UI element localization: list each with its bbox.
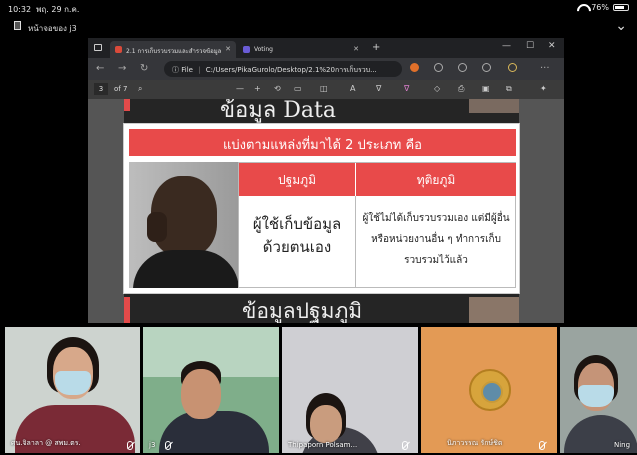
battery-icon [613, 4, 629, 11]
slide-content: แบ่งตามแหล่งที่มาได้ 2 ประเภท คือ ปฐมภูม… [123, 123, 520, 294]
reload-icon[interactable]: ↻ [140, 63, 148, 74]
slide-bottom-heading: ข้อมูลปฐมภูมิ [242, 299, 363, 323]
tab-pdf[interactable]: 2.1 การเก็บรวบรวมและสำรวจข้อมูล ✕ [110, 41, 236, 58]
tab-voting[interactable]: Voting ✕ [238, 41, 364, 58]
meeting-title: หน้าจอของ j3 [28, 24, 77, 33]
participant-name: Thipaporn Polsam... [288, 441, 358, 449]
mic-muted-icon [539, 441, 545, 450]
slide-thumbnail-image [469, 297, 519, 323]
chevron-down-icon[interactable]: ⌄ [615, 18, 627, 34]
close-tab-icon[interactable]: ✕ [225, 45, 231, 53]
pdf-viewport[interactable]: ข้อมูล Data ข้อมูลปฐมภูมิ แบ่งตามแหล่งที… [88, 99, 564, 323]
participant-tile[interactable]: Ning [560, 327, 637, 453]
participant-tile[interactable]: Thipaporn Polsam... [282, 327, 418, 453]
search-icon[interactable]: ⌕ [138, 84, 142, 94]
collections-icon[interactable] [482, 63, 491, 72]
new-tab-icon[interactable]: + [372, 42, 380, 53]
participant-tile[interactable]: j3 [143, 327, 279, 453]
url-text: C:/Users/PikaGurolo/Desktop/2.1%20การเก็… [205, 66, 377, 74]
slide-banner: แบ่งตามแหล่งที่มาได้ 2 ประเภท คือ [129, 129, 516, 156]
participant-tile[interactable]: นิภาวรรณ รักษ์ชิต [421, 327, 557, 453]
more-menu-icon[interactable]: ··· [540, 63, 550, 74]
table-header-primary: ปฐมภูมิ [239, 163, 356, 196]
erase-icon[interactable]: ◇ [434, 84, 440, 93]
wifi-icon [577, 4, 587, 12]
table-header-secondary: ทุติยภูมิ [356, 163, 516, 196]
slide-thumbnail-image [469, 99, 519, 113]
slide-accent [124, 99, 130, 111]
table-cell-secondary: ผู้ใช้ไม่ได้เก็บรวบรวมเอง แต่มีผู้อื่นหร… [362, 213, 510, 266]
table-cell-primary: ผู้ใช้เก็บข้อมูล ด้วยตนเอง [239, 196, 356, 288]
mic-muted-icon [165, 441, 171, 450]
url-field[interactable]: ⓘ File | C:/Users/PikaGurolo/Desktop/2.1… [164, 61, 402, 77]
minimize-icon[interactable]: — [502, 41, 511, 51]
forward-icon[interactable]: → [118, 63, 126, 74]
zoom-out-icon[interactable]: — [236, 84, 244, 93]
read-aloud-icon[interactable]: A [350, 84, 355, 93]
back-icon[interactable]: ← [96, 63, 104, 74]
voting-favicon-icon [243, 46, 250, 53]
fit-page-icon[interactable]: ▭ [294, 84, 302, 93]
thinking-man-image [129, 162, 239, 288]
tab-label: Voting [254, 46, 273, 53]
participant-name: j3 [149, 441, 156, 449]
screen-share-icon [14, 21, 21, 30]
highlight-icon[interactable]: ∇ [404, 84, 409, 93]
mic-muted-icon [127, 441, 133, 450]
data-type-table: ปฐมภูมิ ทุติยภูมิ ผู้ใช้เก็บข้อมูล ด้วยต… [238, 162, 516, 288]
meeting-header: หน้าจอของ j3 ⌄ [0, 16, 637, 38]
participant-name: นิภาวรรณ รักษ์ชิต [447, 439, 503, 447]
page-total: of 7 [114, 85, 128, 93]
maximize-icon[interactable]: ☐ [526, 41, 534, 51]
status-bar: 10:32 พฤ. 29 ก.ค. 76% [0, 0, 637, 16]
page-number-input[interactable]: 3 [94, 83, 108, 95]
battery-fill [615, 6, 625, 9]
participant-name: ศน.จิลาลา @ สพม.ตร. [11, 439, 81, 447]
participant-name: Ning [614, 441, 631, 449]
status-time: 10:32 พฤ. 29 ก.ค. [8, 5, 80, 14]
rotate-icon[interactable]: ⟲ [274, 84, 281, 93]
tab-label: 2.1 การเก็บรวบรวมและสำรวจข้อมูล [126, 48, 222, 55]
organization-seal-image [469, 369, 511, 411]
close-tab-icon[interactable]: ✕ [353, 45, 359, 53]
save-icon[interactable]: ▣ [482, 84, 490, 93]
extension-icon[interactable] [410, 63, 419, 72]
participant-strip: ศน.จิลาลา @ สพม.ตร. j3 Thipaporn Polsam.… [0, 324, 637, 455]
profile-icon[interactable] [508, 63, 517, 72]
tab-actions-icon[interactable] [94, 44, 102, 51]
tab-bar: 2.1 การเก็บรวบรวมและสำรวจข้อมูล ✕ Voting… [88, 38, 564, 58]
refresh-extension-icon[interactable] [434, 63, 443, 72]
pin-icon[interactable]: ✦ [540, 84, 547, 93]
mic-muted-icon [402, 441, 408, 450]
battery-percent: 76% [591, 3, 609, 12]
zoom-in-icon[interactable]: + [254, 84, 261, 93]
file-label: File [181, 66, 193, 74]
pdf-toolbar: 3 of 7 ⌕ — + ⟲ ▭ ◫ A ∇ ∇ ◇ ⎙ ▣ ⧉ ✦ [88, 80, 564, 99]
info-icon: ⓘ [172, 66, 179, 74]
print-icon[interactable]: ⎙ [458, 84, 464, 94]
pdf-favicon-icon [115, 46, 122, 53]
close-window-icon[interactable]: ✕ [548, 41, 556, 51]
page-view-icon[interactable]: ◫ [320, 84, 328, 93]
favorites-icon[interactable] [458, 63, 467, 72]
shared-browser-window: 2.1 การเก็บรวบรวมและสำรวจข้อมูล ✕ Voting… [88, 38, 564, 323]
save-as-icon[interactable]: ⧉ [506, 84, 512, 94]
slide-accent [124, 297, 130, 323]
participant-tile[interactable]: ศน.จิลาลา @ สพม.ตร. [5, 327, 140, 453]
draw-icon[interactable]: ∇ [376, 84, 381, 93]
status-right: 76% [577, 3, 629, 12]
address-bar: ← → ↻ ⓘ File | C:/Users/PikaGurolo/Deskt… [88, 58, 564, 80]
